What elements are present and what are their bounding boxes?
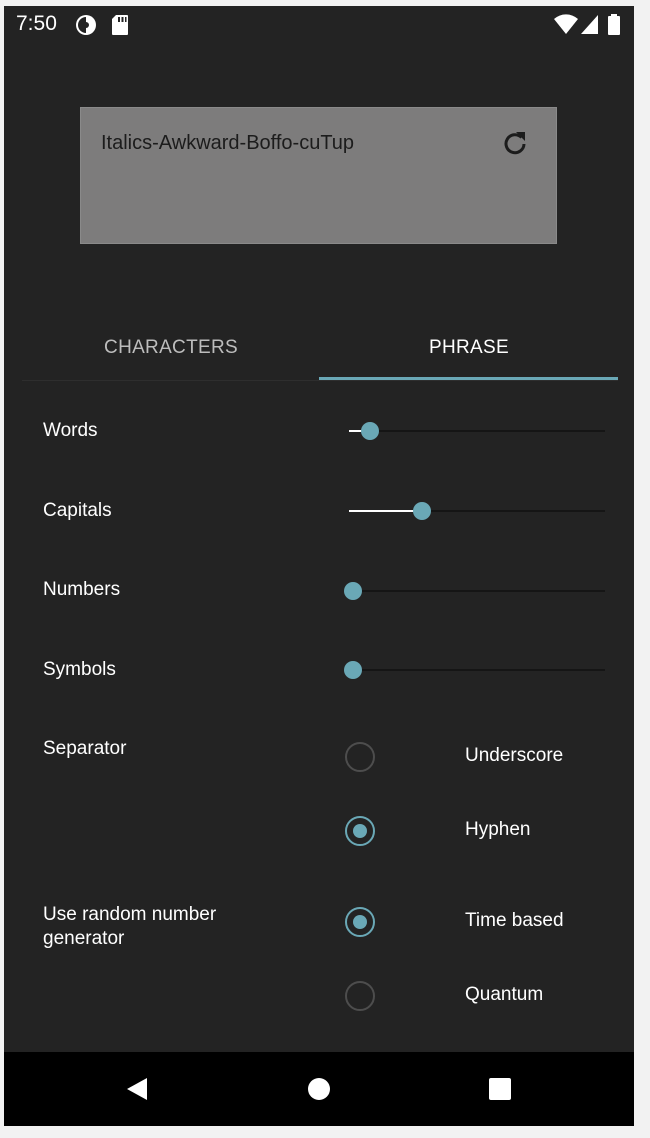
status-time: 7:50 xyxy=(16,12,57,35)
slider-fill xyxy=(349,510,422,512)
generated-password-box: Italics-Awkward-Boffo-cuTup xyxy=(80,107,557,244)
wifi-icon xyxy=(554,14,578,40)
radio-label-time-based[interactable]: Time based xyxy=(465,910,564,932)
sd-card-icon xyxy=(111,14,129,40)
slider-thumb[interactable] xyxy=(344,582,362,600)
radio-label-underscore[interactable]: Underscore xyxy=(465,745,563,767)
generated-password-text: Italics-Awkward-Boffo-cuTup xyxy=(101,132,355,154)
slider-thumb[interactable] xyxy=(361,422,379,440)
slider-track xyxy=(349,590,605,592)
radio-dot xyxy=(353,915,367,929)
slider-track xyxy=(349,669,605,671)
symbols-slider[interactable] xyxy=(344,660,605,680)
radio-label-quantum[interactable]: Quantum xyxy=(465,984,543,1006)
radio-time-based[interactable] xyxy=(345,907,375,937)
recents-icon[interactable] xyxy=(460,1052,540,1126)
tab-bar: CHARACTERS PHRASE xyxy=(22,316,618,381)
words-slider[interactable] xyxy=(349,421,605,441)
radio-underscore[interactable] xyxy=(345,742,375,772)
slider-thumb[interactable] xyxy=(413,502,431,520)
back-icon[interactable] xyxy=(96,1052,176,1126)
radio-label-hyphen[interactable]: Hyphen xyxy=(465,819,531,841)
signal-icon xyxy=(580,14,600,40)
phone-screen: 7:50 Italics-Awkward-Boffo-cuTup CHARACT… xyxy=(4,6,634,1126)
tab-indicator xyxy=(319,377,618,380)
radio-dot xyxy=(353,824,367,838)
symbols-label: Symbols xyxy=(43,659,116,680)
radio-hyphen[interactable] xyxy=(345,816,375,846)
data-saver-icon xyxy=(75,14,97,40)
radio-quantum[interactable] xyxy=(345,981,375,1011)
navigation-bar xyxy=(4,1052,634,1126)
refresh-icon[interactable] xyxy=(499,128,531,160)
battery-icon xyxy=(607,14,621,40)
rng-label: Use random number generator xyxy=(43,904,217,949)
words-label: Words xyxy=(43,420,98,441)
tab-characters[interactable]: CHARACTERS xyxy=(22,316,320,380)
slider-thumb[interactable] xyxy=(344,661,362,679)
separator-label: Separator xyxy=(43,738,127,759)
capitals-slider[interactable] xyxy=(349,501,605,521)
capitals-label: Capitals xyxy=(43,500,112,521)
slider-track xyxy=(349,430,605,432)
tab-phrase[interactable]: PHRASE xyxy=(320,316,618,380)
status-bar: 7:50 xyxy=(4,6,634,44)
numbers-label: Numbers xyxy=(43,579,121,600)
home-icon[interactable] xyxy=(279,1052,359,1126)
numbers-slider[interactable] xyxy=(344,581,605,601)
